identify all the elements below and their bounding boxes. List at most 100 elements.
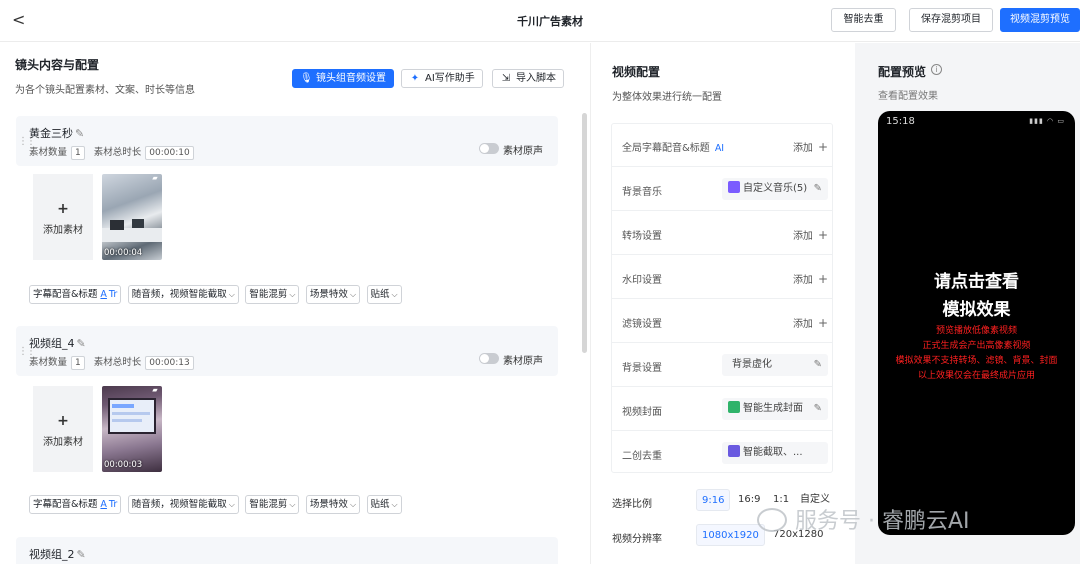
shot-group: ⋮⋮ 黄金三秒 ✎ 素材数量 1 素材总时长 00:00:10 素材原声 + 添加素材… — [16, 116, 558, 316]
scrollbar[interactable] — [582, 113, 587, 353]
ratio-9-16[interactable]: 9:16 — [696, 489, 731, 511]
audio-crop-dropdown[interactable]: 随音频，视频智能截取 ⌵ — [127, 495, 239, 514]
sticker-dropdown[interactable]: 贴纸 ⌵ — [366, 495, 402, 514]
thumbnail-duration: 00:00:04 — [104, 248, 143, 258]
config-row-global-subtitle: 全局字幕配音&标题 AI 添加 + — [612, 124, 832, 167]
music-icon — [728, 181, 740, 193]
plus-icon: + — [57, 413, 69, 429]
text-style-icon: A — [100, 289, 107, 300]
edit-icon[interactable]: ✎ — [77, 337, 86, 350]
shot-group: 视频组_2 ✎ — [16, 537, 558, 564]
info-icon[interactable]: i — [931, 64, 942, 75]
shot-options-row: 字幕配音&标题 A Tr 随音频，视频智能截取 ⌵ 智能混剪 ⌵ 场景特效 ⌵ 贴纸 ⌵ — [29, 495, 405, 514]
subtitle-voice-option[interactable]: 字幕配音&标题 A Tr — [29, 285, 122, 304]
edit-icon[interactable]: ✎ — [77, 548, 86, 561]
add-material-button[interactable]: + 添加素材 — [33, 386, 93, 472]
config-row-cover: 视频封面 智能生成封面 ✎ — [612, 388, 832, 431]
preview-mix-button[interactable]: 视频混剪预览 — [1000, 8, 1080, 32]
wechat-icon — [757, 508, 787, 532]
smart-mix-dropdown[interactable]: 智能混剪 ⌵ — [245, 495, 300, 514]
total-duration: 00:00:13 — [145, 356, 194, 370]
original-sound-toggle[interactable] — [479, 143, 499, 154]
original-sound-label: 素材原声 — [503, 146, 543, 157]
preview-note: 预览播放低像素视频 — [935, 326, 1017, 336]
tt-icon: Tr — [108, 499, 118, 510]
group-name: 黄金三秒 — [29, 127, 73, 140]
section-title: 镜头内容与配置 — [15, 58, 100, 72]
add-material-button[interactable]: + 添加素材 — [33, 174, 93, 260]
cover-value[interactable]: 智能生成封面 ✎ — [722, 398, 828, 420]
top-bar: < 千川广告素材 智能去重 保存混剪项目 视频混剪预览 — [0, 0, 1080, 42]
plus-icon: + — [817, 272, 828, 286]
tt-icon: Tr — [108, 289, 118, 300]
edit-icon[interactable]: ✎ — [814, 178, 822, 200]
sparkle-icon: ✦ — [410, 73, 420, 84]
config-list: 全局字幕配音&标题 AI 添加 + 背景音乐 自定义音乐(5) ✎ 转场设置 添加 + … — [611, 123, 833, 473]
audio-crop-dropdown[interactable]: 随音频，视频智能截取 ⌵ — [127, 285, 239, 304]
add-transition-button[interactable]: 添加 + — [793, 227, 828, 242]
import-script-button[interactable]: ⇲ 导入脚本 — [492, 69, 564, 88]
edit-icon[interactable]: ✎ — [75, 127, 84, 140]
save-project-button[interactable]: 保存混剪项目 — [909, 8, 993, 32]
shot-options-row: 字幕配音&标题 A Tr 随音频，视频智能截取 ⌵ 智能混剪 ⌵ 场景特效 ⌵ 贴纸 ⌵ — [29, 285, 405, 304]
shot-group-header: 视频组_2 ✎ — [16, 537, 558, 564]
smart-mix-dropdown[interactable]: 智能混剪 ⌵ — [245, 285, 300, 304]
total-duration: 00:00:10 — [145, 146, 194, 160]
preview-note: 以上效果仅会在最终成片应用 — [917, 371, 1035, 381]
video-corner-icon: ▰ — [152, 386, 158, 394]
microphone-icon: 🎙 — [300, 73, 313, 84]
ai-badge: AI — [714, 143, 725, 154]
import-icon: ⇲ — [501, 73, 511, 84]
config-row-watermark: 水印设置 添加 + — [612, 256, 832, 299]
config-row-bgm: 背景音乐 自定义音乐(5) ✎ — [612, 168, 832, 211]
shot-config-pane: 镜头内容与配置 为各个镜头配置素材、文案、时长等信息 🎙 镜头组音频设置 ✦ AI写… — [0, 43, 590, 564]
video-corner-icon: ▰ — [152, 174, 158, 182]
preview-note: 模拟效果不支持转场、滤镜、背景、封面 — [895, 356, 1058, 366]
scene-effect-dropdown[interactable]: 场景特效 ⌵ — [305, 285, 361, 304]
preview-note: 正式生成会产出高像素视频 — [922, 341, 1031, 351]
edit-icon[interactable]: ✎ — [814, 354, 822, 376]
shot-group-header: ⋮⋮ 视频组_4 ✎ 素材数量 1 素材总时长 00:00:13 素材原声 — [16, 326, 558, 376]
add-global-subtitle-button[interactable]: 添加 + — [793, 139, 828, 154]
material-thumbnail[interactable]: ▰ 00:00:03 — [102, 386, 162, 472]
shot-group-header: ⋮⋮ 黄金三秒 ✎ 素材数量 1 素材总时长 00:00:10 素材原声 — [16, 116, 558, 166]
group-name: 视频组_2 — [29, 548, 75, 561]
chevron-down-icon: ⌵ — [349, 290, 357, 299]
add-filter-button[interactable]: 添加 + — [793, 315, 828, 330]
preview-cta-line2: 模拟效果 — [942, 300, 1011, 320]
shot-group: ⋮⋮ 视频组_4 ✎ 素材数量 1 素材总时长 00:00:13 素材原声 + 添加素… — [16, 326, 558, 526]
material-thumbnail[interactable]: ▰ 00:00:04 — [102, 174, 162, 260]
phone-preview[interactable]: 15:18 ▮▮▮ ◠ ▭ 请点击查看 模拟效果 预览播放低像素视频 正式生成会… — [878, 111, 1075, 535]
subtitle-voice-option[interactable]: 字幕配音&标题 A Tr — [29, 495, 122, 514]
original-sound-toggle[interactable] — [479, 353, 499, 364]
signal-battery-icon: ▮▮▮ ◠ ▭ — [1029, 117, 1065, 125]
add-watermark-button[interactable]: 添加 + — [793, 271, 828, 286]
thumbnail-duration: 00:00:03 — [104, 460, 143, 470]
image-icon — [728, 401, 740, 413]
chevron-down-icon: ⌵ — [391, 500, 398, 509]
config-row-dedup: 二创去重 智能截取、... — [612, 432, 832, 472]
bgm-value[interactable]: 自定义音乐(5) ✎ — [722, 178, 828, 200]
preview-cta-line1: 请点击查看 — [934, 272, 1019, 292]
config-row-filter: 滤镜设置 添加 + — [612, 300, 832, 343]
phone-time: 15:18 — [886, 116, 915, 127]
dedup-value[interactable]: 智能截取、... — [722, 442, 828, 464]
resolution-1080[interactable]: 1080x1920 — [696, 524, 765, 546]
plus-icon: + — [817, 140, 828, 154]
background-value[interactable]: 背景虚化 ✎ — [722, 354, 828, 376]
group-name: 视频组_4 — [29, 337, 75, 350]
chevron-down-icon: ⌵ — [228, 290, 235, 299]
smart-dedup-button[interactable]: 智能去重 — [831, 8, 896, 32]
preview-pane: 配置预览 i 查看配置效果 15:18 ▮▮▮ ◠ ▭ 请点击查看 模拟效果 预… — [855, 43, 1080, 564]
watermark: 服务号 · 睿鹏云AI — [757, 503, 1077, 543]
sticker-dropdown[interactable]: 贴纸 ⌵ — [366, 285, 402, 304]
audio-settings-button[interactable]: 🎙 镜头组音频设置 — [292, 69, 394, 88]
ai-writing-button[interactable]: ✦ AI写作助手 — [401, 69, 483, 88]
chevron-down-icon: ⌵ — [289, 500, 296, 509]
text-style-icon: A — [100, 499, 107, 510]
original-sound-label: 素材原声 — [503, 356, 543, 367]
section-subtitle: 为各个镜头配置素材、文案、时长等信息 — [15, 85, 195, 96]
scene-effect-dropdown[interactable]: 场景特效 ⌵ — [305, 495, 361, 514]
config-row-background: 背景设置 背景虚化 ✎ — [612, 344, 832, 387]
edit-icon[interactable]: ✎ — [814, 398, 822, 420]
